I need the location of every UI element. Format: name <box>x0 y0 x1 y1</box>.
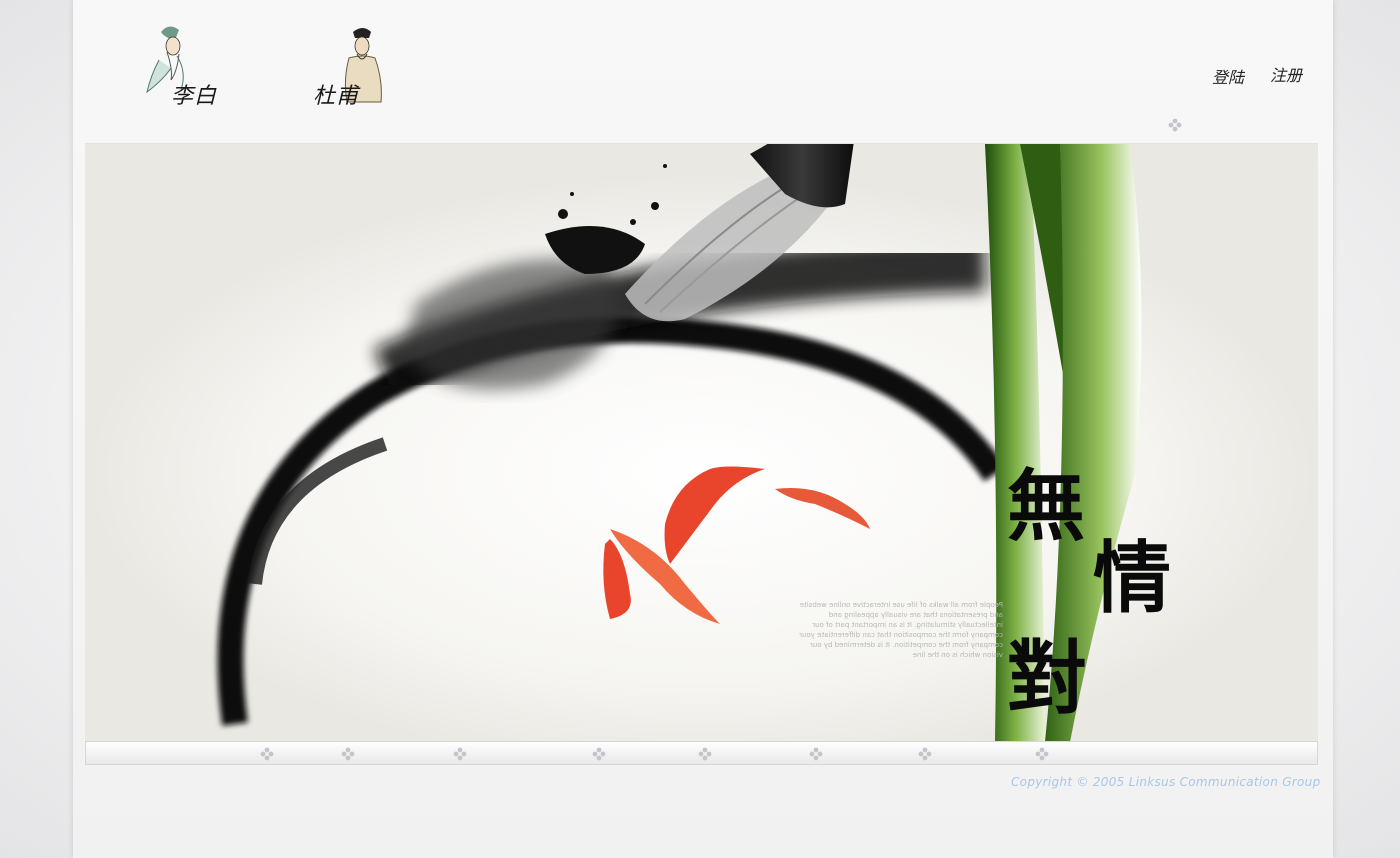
page-container: 李白 杜甫 登陆 注册 People from all walks of lif… <box>73 0 1333 858</box>
mirrored-caption: People from all walks of life use intera… <box>799 601 1003 659</box>
copyright-text: Copyright © 2005 Linksus Communication G… <box>1011 775 1321 789</box>
decorative-strip <box>85 741 1318 765</box>
ink-painting <box>85 144 1318 742</box>
diamond-dot-icon <box>260 747 274 761</box>
poet-name-dufu[interactable]: 杜甫 <box>313 78 359 110</box>
login-link[interactable]: 登陆 <box>1212 64 1244 88</box>
poet-nav-dufu[interactable]: 杜甫 <box>303 20 393 110</box>
hero-banner: People from all walks of life use intera… <box>85 143 1318 742</box>
diamond-dot-icon <box>809 747 823 761</box>
diamond-dot-icon <box>918 747 932 761</box>
diamond-dot-icon <box>341 747 355 761</box>
diamond-dot-icon <box>592 747 606 761</box>
poet-name-libai[interactable]: 李白 <box>171 78 217 110</box>
calligraphy-char-1: 無 <box>1007 461 1086 552</box>
diamond-dot-icon <box>1035 747 1049 761</box>
calligraphy-char-3: 對 <box>1007 631 1087 725</box>
diamond-dot-icon <box>453 747 467 761</box>
diamond-dot-icon <box>698 747 712 761</box>
calligraphy-char-2: 情 <box>1093 533 1172 624</box>
register-link[interactable]: 注册 <box>1270 62 1302 86</box>
poet-nav-libai[interactable]: 李白 <box>141 20 231 110</box>
diamond-dot-icon <box>1168 118 1182 132</box>
